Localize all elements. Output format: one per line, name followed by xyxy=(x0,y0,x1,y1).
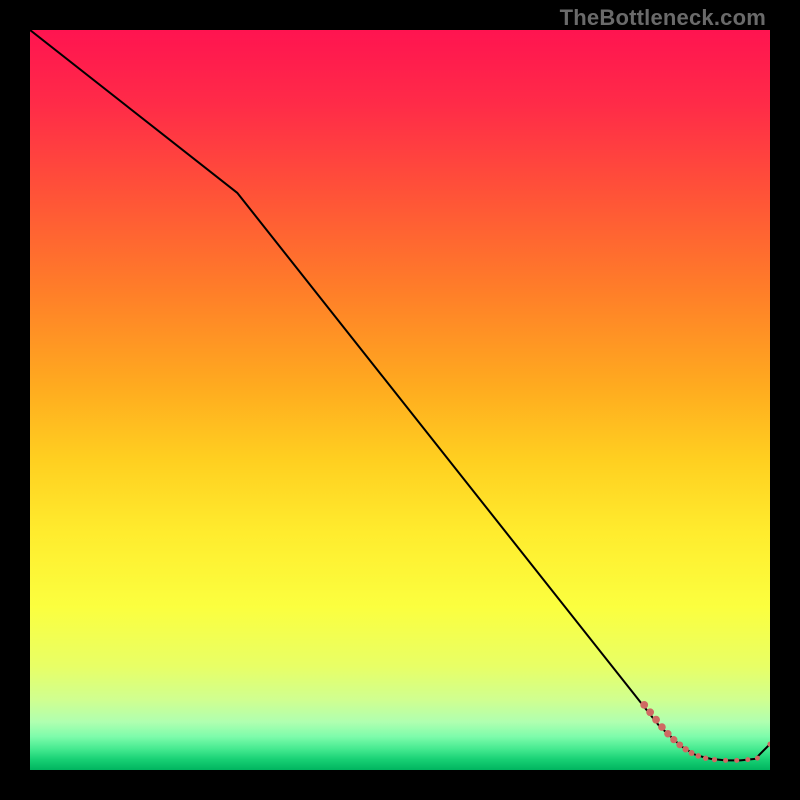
marker-point xyxy=(712,757,717,762)
marker-point xyxy=(734,758,739,763)
marker-point xyxy=(703,755,708,760)
marker-point xyxy=(723,758,728,763)
marker-point xyxy=(676,741,683,748)
marker-point xyxy=(652,716,660,724)
watermark-text: TheBottleneck.com xyxy=(560,5,766,31)
marker-point xyxy=(689,750,695,756)
chart-frame: TheBottleneck.com xyxy=(0,0,800,800)
marker-point xyxy=(745,757,750,762)
plot-area xyxy=(30,30,770,770)
marker-point xyxy=(664,730,671,737)
marker-point xyxy=(646,708,654,716)
marker-point xyxy=(695,753,701,759)
marker-point xyxy=(670,736,677,743)
marker-point xyxy=(640,701,648,709)
chart-svg xyxy=(30,30,770,770)
marker-point xyxy=(755,756,760,761)
marker-point xyxy=(682,746,688,752)
marker-point xyxy=(658,723,666,731)
